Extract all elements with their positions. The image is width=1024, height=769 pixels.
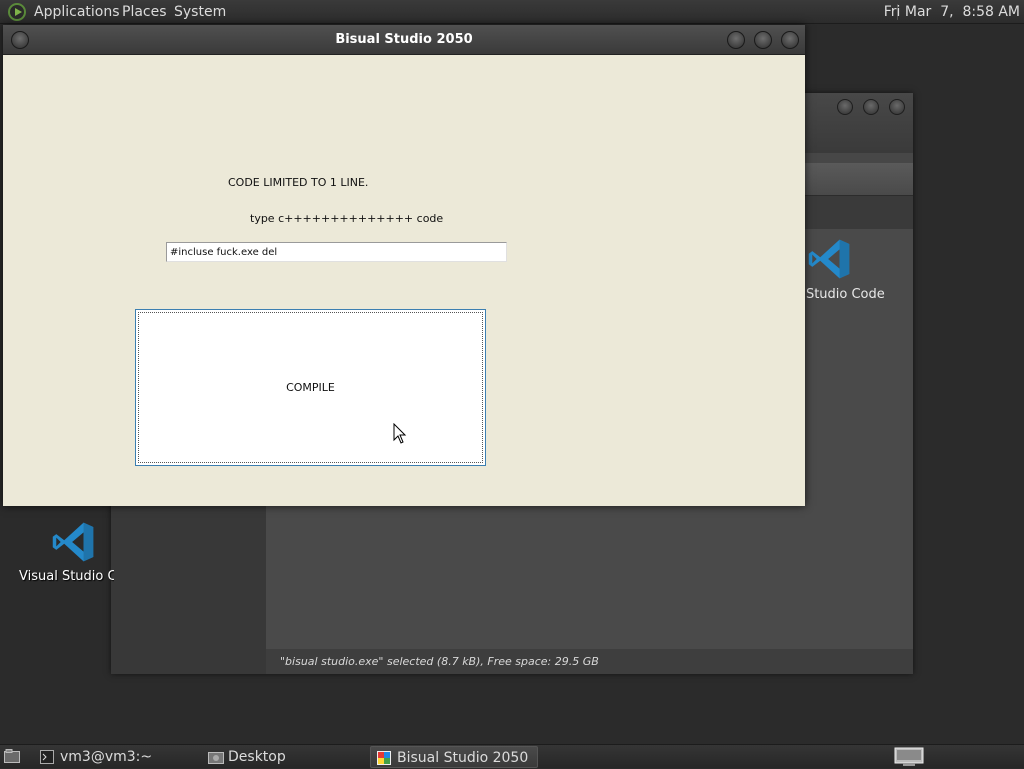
taskbar-item-label: Desktop bbox=[228, 749, 286, 765]
clock[interactable]: Fri Mar 7, 8:58 AM bbox=[884, 0, 1020, 24]
desktop-icon-label: Visual Studio Code bbox=[19, 569, 114, 584]
monitor-icon[interactable] bbox=[894, 747, 924, 767]
app-icon bbox=[377, 751, 391, 765]
terminal-icon bbox=[40, 750, 54, 764]
distro-logo-icon[interactable] bbox=[8, 3, 26, 21]
file-manager-statusbar: "bisual studio.exe" selected (8.7 kB), F… bbox=[266, 649, 913, 674]
minimize-button[interactable] bbox=[837, 99, 853, 115]
close-button[interactable] bbox=[781, 31, 799, 49]
vscode-icon bbox=[808, 239, 850, 279]
mouse-pointer-icon bbox=[393, 423, 407, 444]
folder-icon bbox=[208, 752, 224, 764]
compile-button[interactable]: COMPILE bbox=[135, 309, 486, 466]
maximize-button[interactable] bbox=[863, 99, 879, 115]
taskbar: vm3@vm3:~ Desktop Bisual Studio 2050 bbox=[0, 744, 1024, 768]
show-desktop-icon[interactable] bbox=[4, 749, 20, 763]
menu-applications[interactable]: Applications bbox=[34, 0, 120, 24]
taskbar-item-label: vm3@vm3:~ bbox=[60, 749, 153, 765]
menu-places[interactable]: Places bbox=[122, 0, 167, 24]
app-titlebar[interactable]: Bisual Studio 2050 bbox=[3, 25, 805, 55]
taskbar-item-bisual-studio[interactable]: Bisual Studio 2050 bbox=[370, 746, 538, 768]
top-panel: Applications Places System Fri Mar 7, 8:… bbox=[0, 0, 1024, 24]
desktop-icon-vscode[interactable]: Visual Studio Code bbox=[14, 520, 114, 590]
taskbar-item-terminal[interactable]: vm3@vm3:~ bbox=[34, 746, 200, 768]
vscode-icon bbox=[52, 522, 94, 562]
app-window[interactable]: Bisual Studio 2050 CODE LIMITED TO 1 LIN… bbox=[3, 25, 805, 506]
taskbar-item-label: Bisual Studio 2050 bbox=[397, 750, 529, 766]
maximize-button[interactable] bbox=[754, 31, 772, 49]
instruction-label: type c++++++++++++++ code bbox=[250, 212, 444, 225]
minimize-button[interactable] bbox=[727, 31, 745, 49]
window-title: Bisual Studio 2050 bbox=[335, 32, 473, 47]
limit-label: CODE LIMITED TO 1 LINE. bbox=[228, 176, 369, 189]
taskbar-item-desktop[interactable]: Desktop bbox=[202, 746, 368, 768]
close-button[interactable] bbox=[889, 99, 905, 115]
menu-system[interactable]: System bbox=[174, 0, 226, 24]
code-input[interactable] bbox=[166, 242, 507, 262]
